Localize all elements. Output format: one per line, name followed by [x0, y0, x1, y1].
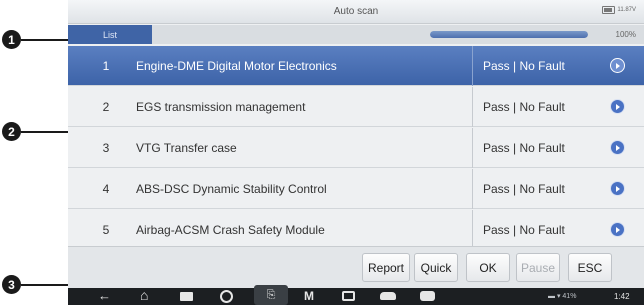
system-row[interactable]: 2 EGS transmission management Pass | No …	[68, 86, 644, 127]
chevron-right-icon[interactable]	[610, 58, 625, 73]
system-name: EGS transmission management	[136, 99, 306, 114]
ok-button[interactable]: OK	[466, 253, 510, 282]
maxifix-icon[interactable]: M	[304, 289, 314, 303]
row-number: 5	[102, 222, 110, 237]
system-status: Pass | No Fault	[472, 209, 565, 246]
esc-button[interactable]: ESC	[568, 253, 612, 282]
vehicle-voltage: 11.87V	[602, 6, 636, 14]
callout-2-line	[21, 131, 69, 133]
system-name: ABS-DSC Dynamic Stability Control	[136, 181, 327, 196]
clock: 1:42	[614, 292, 630, 301]
chevron-right-icon[interactable]	[610, 181, 625, 196]
system-row[interactable]: 1 Engine-DME Digital Motor Electronics P…	[68, 46, 644, 86]
battery-icon	[602, 6, 616, 14]
system-name: Engine-DME Digital Motor Electronics	[136, 58, 337, 73]
pause-button[interactable]: Pause	[516, 253, 560, 282]
scan-progress-bar	[430, 31, 588, 38]
android-navigation-bar: ← ⌂ ⎘ M ▬ ▾ 41% 1:42	[68, 285, 644, 305]
system-name: Airbag-ACSM Crash Safety Module	[136, 222, 325, 237]
device-screen: Auto scan 11.87V List 100% 1 Engine-DME …	[68, 0, 644, 305]
row-number: 4	[102, 181, 110, 196]
chevron-right-icon[interactable]	[610, 99, 625, 114]
car-icon[interactable]	[342, 291, 355, 301]
scan-progress-fill	[430, 31, 588, 38]
back-icon[interactable]: ←	[98, 289, 111, 303]
callout-2: 2	[2, 122, 21, 141]
row-number: 3	[102, 140, 110, 155]
title-bar: Auto scan 11.87V	[68, 0, 644, 24]
car-side-icon[interactable]	[380, 292, 396, 300]
row-number: 1	[102, 58, 110, 73]
voltage-value: 11.87V	[617, 7, 636, 13]
tab-bar: List 100%	[68, 25, 644, 44]
callout-1-line	[21, 39, 69, 41]
browser-icon[interactable]	[220, 290, 233, 303]
home-icon[interactable]: ⌂	[140, 288, 148, 302]
system-status: Pass | No Fault	[472, 46, 565, 86]
tab-list[interactable]: List	[68, 25, 152, 44]
callout-1: 1	[2, 30, 21, 49]
chevron-right-icon[interactable]	[610, 222, 625, 237]
car-search-icon[interactable]	[420, 291, 435, 301]
function-bar: Report Quick OK Pause ESC	[68, 246, 644, 288]
report-button[interactable]: Report	[362, 253, 410, 282]
callout-3: 3	[2, 275, 21, 294]
system-status: Pass | No Fault	[472, 168, 565, 209]
system-status: Pass | No Fault	[472, 127, 565, 168]
page-title: Auto scan	[333, 6, 379, 17]
recent-apps-icon[interactable]	[180, 292, 193, 301]
system-row[interactable]: 4 ABS-DSC Dynamic Stability Control Pass…	[68, 168, 644, 209]
system-row[interactable]: 3 VTG Transfer case Pass | No Fault	[68, 127, 644, 168]
scan-progress-label: 100%	[615, 30, 636, 39]
quick-button[interactable]: Quick	[414, 253, 458, 282]
status-icons: ▬ ▾ 41%	[548, 293, 577, 300]
system-status: Pass | No Fault	[472, 86, 565, 127]
system-row[interactable]: 5 Airbag-ACSM Crash Safety Module Pass |…	[68, 209, 644, 246]
vci-icon[interactable]: ⎘	[254, 285, 288, 305]
row-number: 2	[102, 99, 110, 114]
system-list[interactable]: 1 Engine-DME Digital Motor Electronics P…	[68, 46, 644, 246]
tab-list-label: List	[102, 29, 117, 40]
chevron-right-icon[interactable]	[610, 140, 625, 155]
system-name: VTG Transfer case	[136, 140, 237, 155]
callout-3-line	[21, 284, 69, 286]
